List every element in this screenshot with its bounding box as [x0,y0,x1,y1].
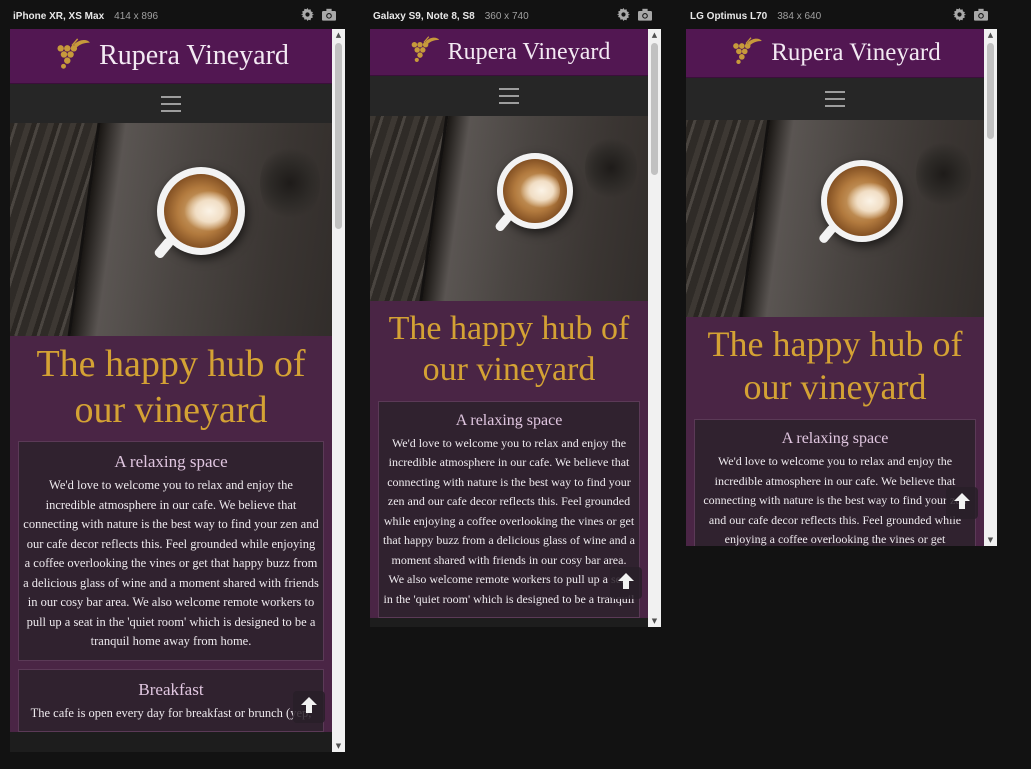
hamburger-menu-icon[interactable] [161,95,181,112]
card-body: We'd love to welcome you to relax and en… [383,435,635,606]
gear-icon[interactable] [953,8,966,21]
camera-icon[interactable] [974,8,988,21]
scrollbar[interactable]: ▲ ▼ [332,29,345,752]
nav-bar [686,78,984,120]
card-body: The cafe is open every day for breakfast… [30,705,312,720]
main-content: The happy hub of our vineyard A relaxing… [10,336,332,733]
device-bar: LG Optimus L70 384 x 640 [690,6,821,26]
card-title: A relaxing space [455,411,563,429]
scroll-down-arrow[interactable]: ▼ [984,534,997,546]
arrow-up-icon [617,572,635,595]
card-title: Breakfast [138,679,204,699]
gear-icon[interactable] [301,8,314,21]
coffee-cup-image [493,153,573,233]
grapes-logo-icon [729,36,763,71]
card-title: A relaxing space [114,452,228,472]
info-card: A relaxing space We'd love to welcome yo… [694,419,976,546]
info-card: Breakfast The cafe is open every day for… [18,668,324,733]
info-card: A relaxing space We'd love to welcome yo… [18,441,324,661]
grapes-logo-icon [408,35,440,69]
device-frame-iphone: Rupera Vineyard The happy hub of our vin… [10,29,345,752]
scroll-down-arrow[interactable]: ▼ [332,740,345,752]
coffee-cup-image [153,167,245,260]
hero-image [686,120,984,317]
viewport[interactable]: Rupera Vineyard The happy hub of our vin… [686,29,984,546]
card-body: We'd love to welcome you to relax and en… [23,478,319,649]
hamburger-menu-icon[interactable] [825,91,845,107]
scroll-down-arrow[interactable]: ▼ [648,615,661,627]
site-header: Rupera Vineyard [686,29,984,78]
site-title[interactable]: Rupera Vineyard [99,40,289,72]
device-size: 384 x 640 [777,10,822,22]
card-body: We'd love to welcome you to relax and en… [703,454,967,546]
hero-image [370,116,648,301]
scrollbar-thumb[interactable] [651,43,658,175]
page-headline: The happy hub of our vineyard [36,343,306,431]
page-headline: The happy hub of our vineyard [388,310,630,388]
grapes-logo-icon [53,37,91,76]
arrow-up-icon [300,696,318,719]
device-name: iPhone XR, XS Max [13,10,105,22]
back-to-top-button[interactable] [610,567,642,599]
site-title[interactable]: Rupera Vineyard [771,39,941,67]
hamburger-menu-icon[interactable] [499,88,519,104]
arrow-up-icon [953,492,971,515]
scroll-up-arrow[interactable]: ▲ [332,29,345,41]
back-to-top-button[interactable] [293,691,325,723]
device-size: 360 x 740 [484,10,529,22]
site-header: Rupera Vineyard [10,29,332,84]
device-bar: Galaxy S9, Note 8, S8 360 x 740 [373,6,529,26]
hero-image [10,123,332,336]
device-toolbar [953,8,988,21]
camera-icon[interactable] [638,8,652,21]
device-toolbar [617,8,652,21]
site-header: Rupera Vineyard [370,29,648,76]
scroll-up-arrow[interactable]: ▲ [984,29,997,41]
scrollbar[interactable]: ▲ ▼ [984,29,997,546]
device-name: Galaxy S9, Note 8, S8 [373,10,475,22]
viewport[interactable]: Rupera Vineyard The happy hub of our vin… [10,29,332,752]
main-content: The happy hub of our vineyard A relaxing… [370,301,648,619]
scrollbar[interactable]: ▲ ▼ [648,29,661,627]
device-frame-lg: Rupera Vineyard The happy hub of our vin… [686,29,997,546]
nav-bar [370,76,648,116]
page-headline: The happy hub of our vineyard [707,324,963,408]
nav-bar [10,84,332,123]
device-frame-galaxy: Rupera Vineyard The happy hub of our vin… [370,29,661,627]
site-title[interactable]: Rupera Vineyard [448,39,611,66]
gear-icon[interactable] [617,8,630,21]
coffee-cup-image [817,160,903,245]
device-toolbar [301,8,336,21]
scrollbar-thumb[interactable] [335,43,342,229]
back-to-top-button[interactable] [946,487,978,519]
camera-icon[interactable] [322,8,336,21]
device-size: 414 x 896 [114,10,159,22]
viewport[interactable]: Rupera Vineyard The happy hub of our vin… [370,29,648,627]
info-card: A relaxing space We'd love to welcome yo… [378,400,640,619]
main-content: The happy hub of our vineyard A relaxing… [686,317,984,546]
device-bar: iPhone XR, XS Max 414 x 896 [13,6,158,26]
scrollbar-thumb[interactable] [987,43,994,139]
device-name: LG Optimus L70 [690,10,768,22]
card-title: A relaxing space [781,430,889,448]
scroll-up-arrow[interactable]: ▲ [648,29,661,41]
